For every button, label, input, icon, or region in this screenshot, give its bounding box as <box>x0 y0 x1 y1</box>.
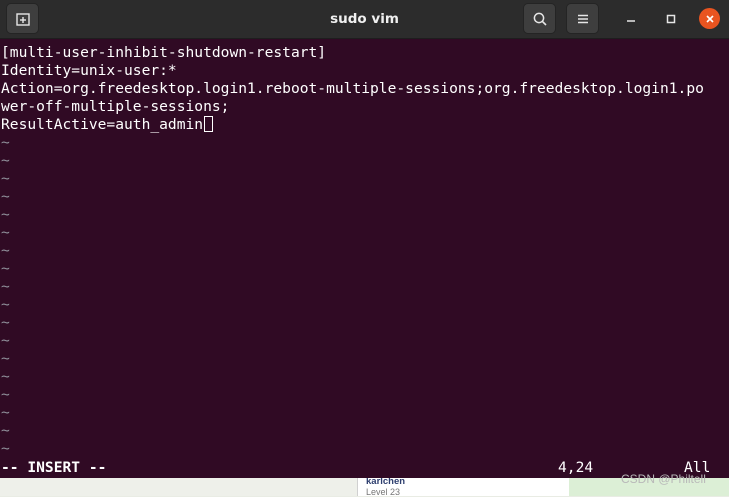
search-button[interactable] <box>523 3 556 34</box>
text-cursor <box>204 116 213 132</box>
empty-line-marker: ~ <box>1 170 10 187</box>
close-icon <box>705 14 714 23</box>
empty-line-marker: ~ <box>1 350 10 367</box>
editor-line-4[interactable]: wer-off-multiple-sessions; <box>1 98 229 116</box>
minimize-button[interactable] <box>620 8 641 29</box>
maximize-button[interactable] <box>660 8 681 29</box>
editor-line-5-text[interactable]: ResultActive=auth_admin <box>1 116 203 133</box>
vim-status-line: -- INSERT -- 4,24 All <box>1 459 728 477</box>
empty-line-marker: ~ <box>1 278 10 295</box>
title-bar: sudo vim <box>0 0 729 39</box>
terminal-window: sudo vim [multi-user-inhibit-shutdown-re… <box>0 0 729 478</box>
background-left-panel <box>0 478 357 496</box>
editor-line-3[interactable]: Action=org.freedesktop.login1.reboot-mul… <box>1 80 704 98</box>
empty-line-marker: ~ <box>1 314 10 331</box>
empty-line-marker: ~ <box>1 188 10 205</box>
hamburger-menu-icon <box>577 14 588 23</box>
empty-line-marker: ~ <box>1 332 10 349</box>
search-icon <box>533 12 547 26</box>
empty-line-marker: ~ <box>1 260 10 277</box>
empty-line-marker: ~ <box>1 440 10 457</box>
close-button[interactable] <box>699 8 720 29</box>
empty-line-marker: ~ <box>1 422 10 439</box>
empty-line-marker: ~ <box>1 152 10 169</box>
empty-line-marker: ~ <box>1 404 10 421</box>
empty-line-marker: ~ <box>1 368 10 385</box>
empty-line-marker: ~ <box>1 134 10 151</box>
vim-editor[interactable]: [multi-user-inhibit-shutdown-restart] Id… <box>0 43 729 477</box>
empty-line-marker: ~ <box>1 296 10 313</box>
empty-line-marker: ~ <box>1 206 10 223</box>
editor-line-5[interactable]: ResultActive=auth_admin <box>1 116 213 134</box>
mode-indicator: -- INSERT -- <box>1 459 107 476</box>
empty-line-marker: ~ <box>1 242 10 259</box>
menu-button[interactable] <box>566 3 599 34</box>
editor-line-2[interactable]: Identity=unix-user:* <box>1 62 177 80</box>
minimize-icon <box>626 19 635 22</box>
empty-line-marker: ~ <box>1 224 10 241</box>
empty-line-marker: ~ <box>1 386 10 403</box>
editor-line-1[interactable]: [multi-user-inhibit-shutdown-restart] <box>1 44 326 62</box>
new-tab-icon <box>15 12 30 26</box>
maximize-icon <box>666 14 675 23</box>
watermark: CSDN @Philtell <box>621 472 706 486</box>
cursor-position: 4,24 <box>558 459 594 476</box>
new-tab-button[interactable] <box>6 3 39 34</box>
